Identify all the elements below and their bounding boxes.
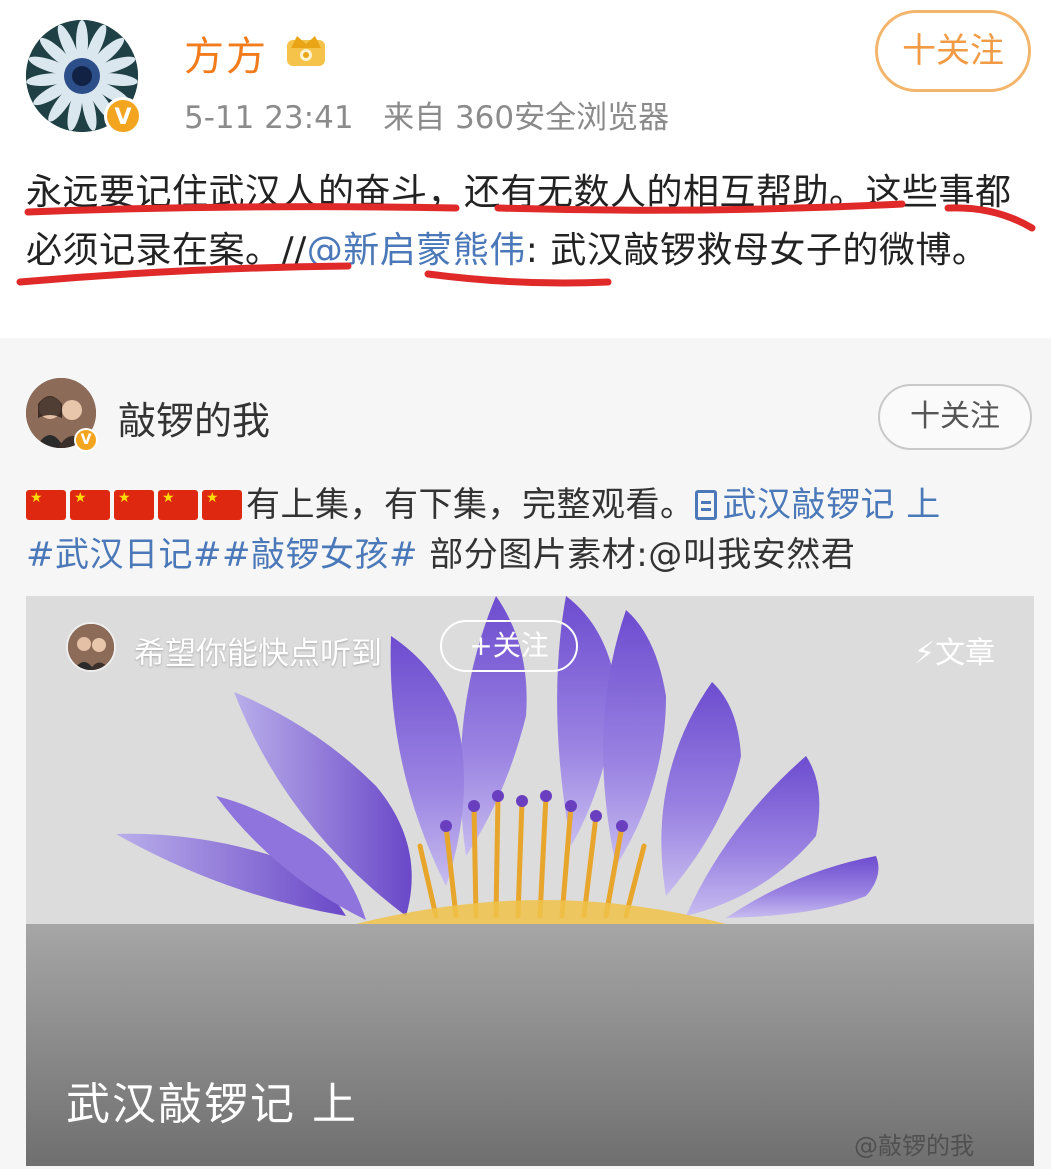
card-avatar-image xyxy=(68,624,114,670)
article-link-label: 武汉敲锣记 上 xyxy=(722,485,941,525)
article-link[interactable]: 武汉敲锣记 上 xyxy=(694,485,941,525)
post-meta: 5-11 23:41 来自 360安全浏览器 xyxy=(184,92,669,137)
article-tag: ⚡文章 xyxy=(914,636,996,671)
verified-badge-icon: V xyxy=(104,97,142,135)
china-flag-icon xyxy=(114,490,154,520)
quoted-verified-badge-icon: V xyxy=(74,428,98,452)
quoted-author-name[interactable]: 敲锣的我 xyxy=(118,390,270,445)
follow-button[interactable]: 十关注 xyxy=(875,10,1031,92)
china-flag-icon xyxy=(158,490,198,520)
post-time: 5-11 23:41 xyxy=(184,100,354,136)
quoted-text-prefix: 有上集，有下集，完整观看。 xyxy=(246,485,695,525)
article-card[interactable]: 希望你能快点听到 +关注 ⚡文章 武汉敲锣记 上 @敲锣的我 xyxy=(26,596,1034,1166)
china-flag-icon xyxy=(70,490,110,520)
quoted-text-suffix: 部分图片素材:@叫我安然君 xyxy=(417,535,856,575)
hashtags-link[interactable]: #武汉日记##敲锣女孩# xyxy=(26,535,418,575)
post-author-name[interactable]: 方方 xyxy=(184,24,268,82)
card-author-avatar[interactable] xyxy=(66,622,116,672)
document-icon xyxy=(694,490,717,520)
card-author-name[interactable]: 希望你能快点听到 xyxy=(134,628,382,673)
china-flag-icon xyxy=(26,490,66,520)
mention-link[interactable]: @新启蒙熊伟 xyxy=(307,230,526,271)
card-title: 武汉敲锣记 上 xyxy=(66,1079,358,1130)
card-follow-button[interactable]: +关注 xyxy=(440,620,578,672)
quoted-post-text: 有上集，有下集，完整观看。武汉敲锣记 上 #武汉日记##敲锣女孩# 部分图片素材:… xyxy=(26,480,1036,580)
china-flag-emojis xyxy=(26,485,246,525)
weibo-watermark: @敲锣的我 xyxy=(854,1132,974,1160)
post-source: 来自 360安全浏览器 xyxy=(383,100,670,136)
quoted-follow-button[interactable]: 十关注 xyxy=(878,384,1032,450)
post-text: 永远要记住武汉人的奋斗，还有无数人的相互帮助。这些事都必须记录在案。//@新启蒙… xyxy=(26,164,1036,280)
china-flag-icon xyxy=(202,490,242,520)
crown-icon xyxy=(287,36,325,66)
post-text-tail: : 武汉敲锣救母女子的微博。 xyxy=(525,230,989,271)
